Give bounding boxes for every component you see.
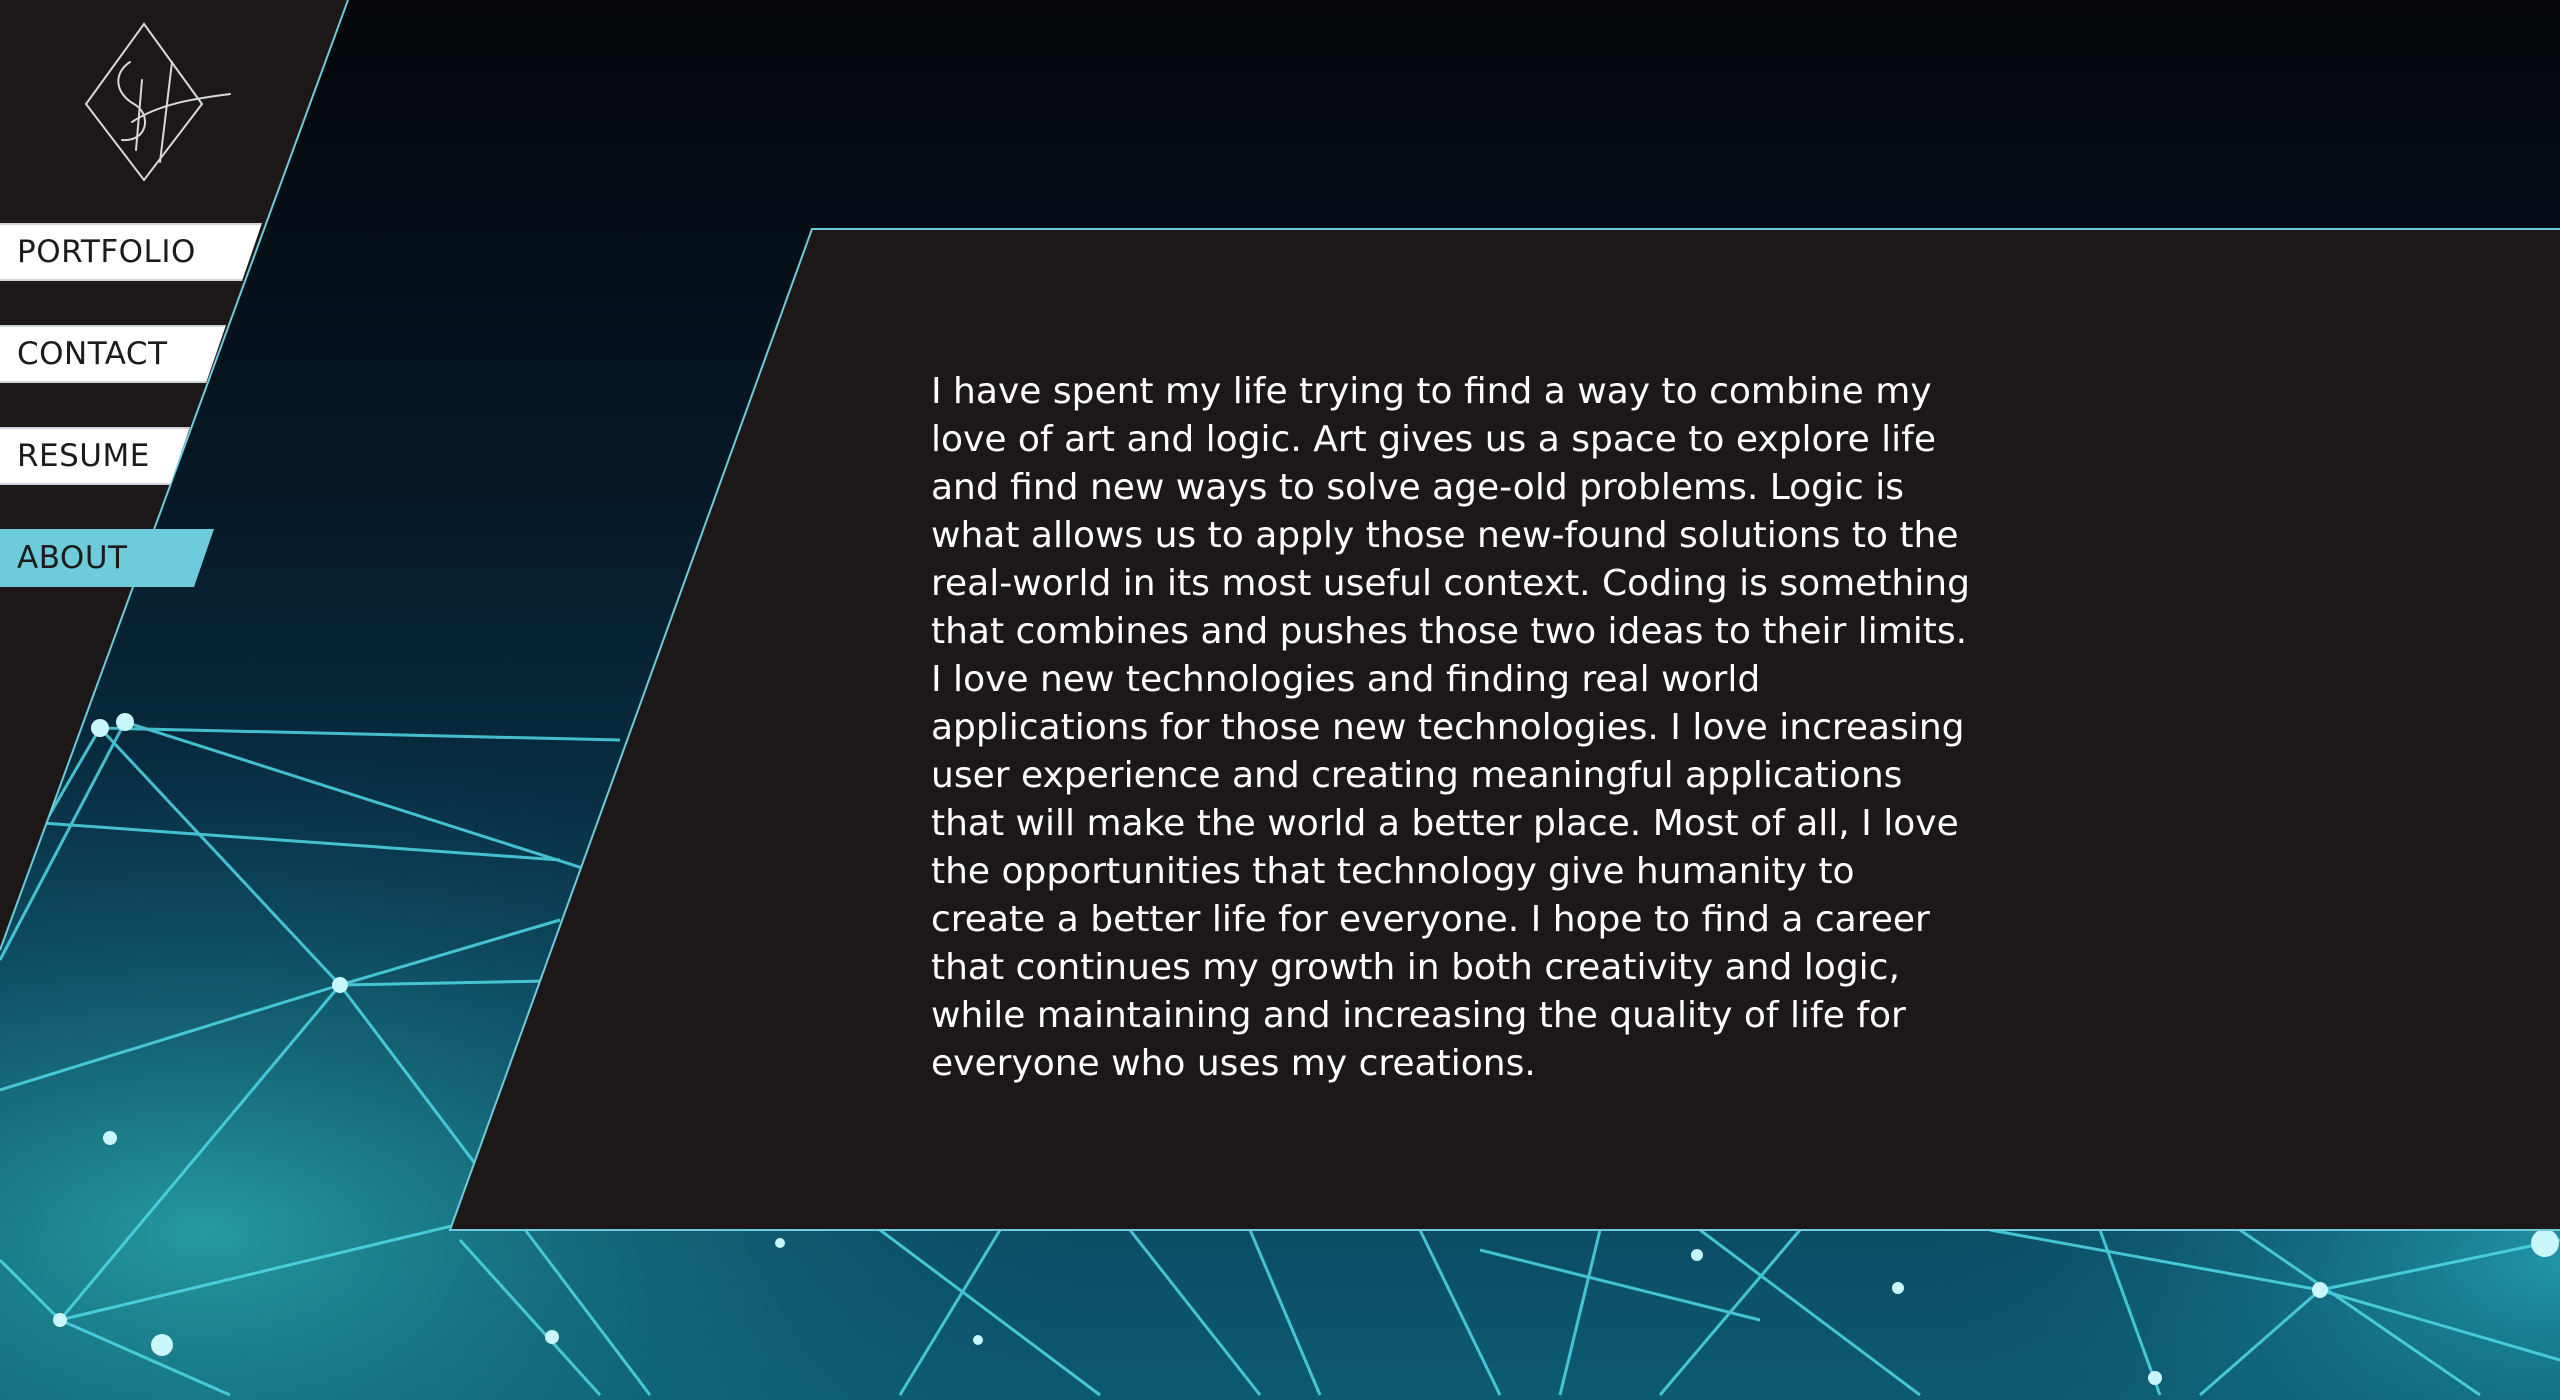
page: PORTFOLIO CONTACT RESUME ABOUT I have sp…: [0, 0, 2560, 1400]
nav-about[interactable]: ABOUT: [0, 529, 214, 587]
signature-diamond-logo-icon[interactable]: [82, 22, 232, 184]
nav-portfolio-label: PORTFOLIO: [17, 234, 196, 270]
nav-portfolio[interactable]: PORTFOLIO: [0, 223, 262, 281]
nav-contact[interactable]: CONTACT: [0, 325, 226, 383]
nav-resume-label: RESUME: [17, 438, 150, 474]
about-text: I have spent my life trying to find a wa…: [931, 371, 1970, 1084]
nav-about-label: ABOUT: [17, 540, 128, 576]
nav-contact-label: CONTACT: [17, 336, 168, 372]
nav-resume[interactable]: RESUME: [0, 427, 190, 485]
